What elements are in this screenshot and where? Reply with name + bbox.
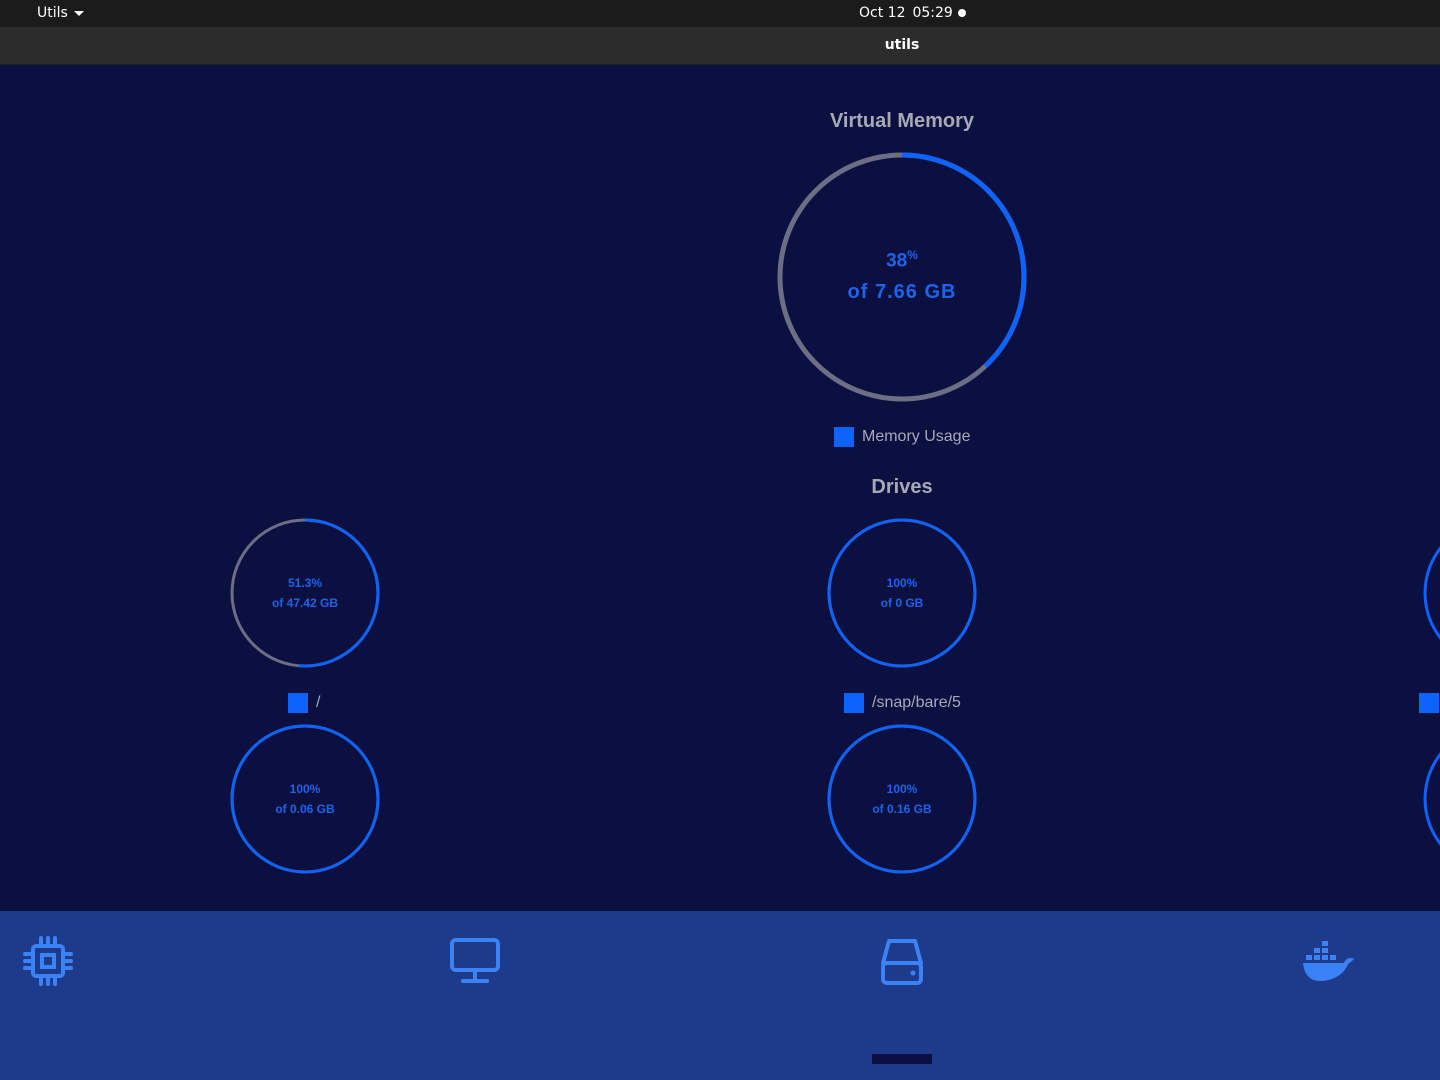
gauge-progress-arc	[1423, 546, 1440, 640]
drive-percent: 100%	[827, 576, 977, 590]
gauge-progress-arc	[827, 518, 977, 668]
drive-ring	[1423, 546, 1440, 640]
active-tab-indicator	[872, 1054, 932, 1064]
drive-ring	[1423, 752, 1440, 846]
drive-gauge-root: 51.3% of 47.42 GB	[230, 518, 380, 668]
legend-swatch	[288, 693, 308, 713]
drive-ring	[230, 724, 380, 874]
percent-value: 38	[886, 250, 908, 272]
gauge-progress-arc	[230, 724, 380, 874]
drive-total: of 0.06 GB	[275, 802, 335, 816]
percent-value: 100	[886, 576, 907, 590]
system-top-bar: Utils Oct 12 05:29	[0, 0, 1440, 27]
percent-value: 100	[289, 782, 310, 796]
drive-gauge-3: 100% of 0.16 GB	[827, 724, 977, 874]
drive-gauge-2: 100% of 0.06 GB	[230, 724, 380, 874]
main-content[interactable]: Virtual Memory 38% of 7.66 GB Memory Usa…	[0, 64, 1440, 911]
nav-cpu-button[interactable]	[18, 931, 78, 991]
virtual-memory-title: Virtual Memory	[829, 110, 975, 132]
clock-time: 05:29	[912, 5, 953, 21]
virtual-memory-ring	[777, 152, 1027, 402]
drive-gauge-clipped-2	[1423, 724, 1440, 874]
legend-label: /	[316, 694, 321, 711]
drive-total: of 47.42 GB	[271, 596, 339, 610]
drive-total: of 0.16 GB	[872, 802, 932, 816]
cpu-icon	[23, 936, 73, 986]
legend-swatch	[844, 693, 864, 713]
legend-swatch	[834, 427, 854, 447]
percent-sign: %	[311, 576, 323, 590]
nav-docker-button[interactable]	[1298, 931, 1358, 991]
virtual-memory-percent: 38%	[776, 248, 1028, 272]
window-title-bar: utils	[0, 27, 1440, 65]
docker-icon	[1303, 941, 1354, 981]
app-menu[interactable]: Utils	[37, 5, 84, 21]
gauge-progress-arc	[827, 724, 977, 874]
legend-label: Memory Usage	[862, 428, 971, 445]
percent-sign: %	[906, 576, 918, 590]
monitor-icon	[450, 938, 500, 983]
clock-date: Oct 12	[859, 5, 906, 21]
drive-gauge-snap-bare: 100% of 0 GB	[827, 518, 977, 668]
drive-percent: 51.3%	[230, 576, 380, 590]
bottom-navigation	[0, 911, 1440, 1080]
clock[interactable]: Oct 12 05:29	[859, 5, 953, 21]
nav-monitor-button[interactable]	[445, 931, 505, 991]
hard-drive-icon	[881, 939, 923, 985]
app-menu-label: Utils	[37, 5, 68, 21]
legend-label: /snap/bare/5	[872, 694, 961, 711]
percent-sign: %	[906, 782, 918, 796]
legend-drive-snap-bare[interactable]: /snap/bare/5	[844, 693, 961, 713]
gauge-progress-arc	[1423, 752, 1440, 846]
drive-ring	[827, 724, 977, 874]
notification-dot-icon	[958, 9, 966, 17]
legend-drive-root[interactable]: /	[288, 693, 320, 713]
drive-total: of 0 GB	[880, 596, 924, 610]
percent-value: 100	[886, 782, 907, 796]
virtual-memory-gauge: 38% of 7.66 GB	[776, 151, 1028, 403]
legend-memory-usage[interactable]: Memory Usage	[834, 427, 970, 447]
legend-drive-clipped[interactable]	[1419, 693, 1439, 713]
percent-sign: %	[309, 782, 321, 796]
drive-percent: 100%	[230, 782, 380, 796]
caret-down-icon	[73, 11, 84, 16]
percent-sign: %	[907, 248, 918, 262]
drive-gauge-clipped	[1423, 518, 1440, 668]
drive-percent: 100%	[827, 782, 977, 796]
percent-value: 51.3	[287, 576, 312, 590]
window-title: utils	[884, 37, 920, 53]
drive-ring	[230, 518, 380, 668]
legend-swatch	[1419, 693, 1439, 713]
nav-drives-button[interactable]	[872, 931, 932, 991]
virtual-memory-total: of 7.66 GB	[847, 281, 957, 303]
drives-title: Drives	[871, 476, 933, 498]
drive-ring	[827, 518, 977, 668]
